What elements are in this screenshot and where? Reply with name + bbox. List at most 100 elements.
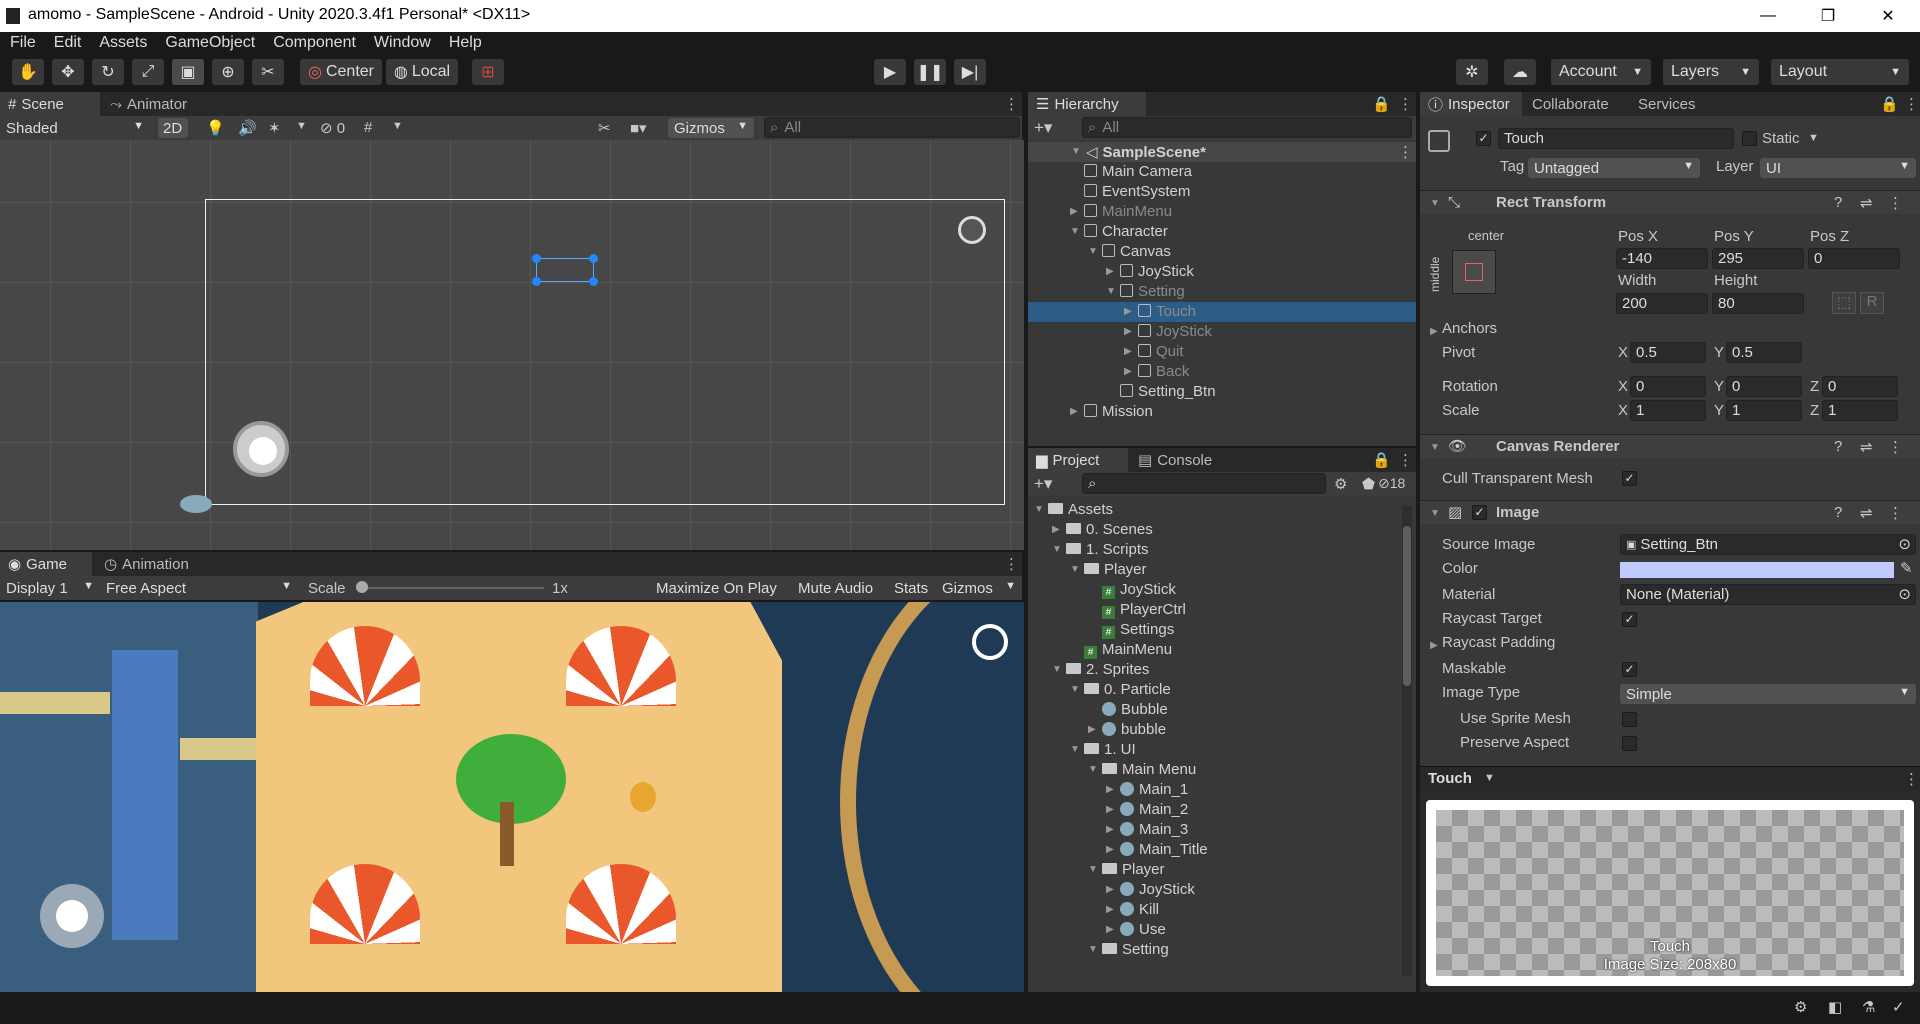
- hierarchy-item[interactable]: Setting_Btn: [1028, 382, 1416, 402]
- game-joystick-knob[interactable]: [56, 900, 88, 932]
- static-checkbox[interactable]: [1742, 131, 1757, 146]
- chevron-down-icon[interactable]: ▼: [1808, 132, 1819, 144]
- custom-tool-icon[interactable]: ✂: [252, 59, 284, 85]
- debug-icon[interactable]: ⚙: [1794, 998, 1807, 1016]
- component-menu-icon[interactable]: ⋮: [1888, 504, 1903, 522]
- scale-x-field[interactable]: 1: [1630, 400, 1706, 421]
- preview-header[interactable]: Touch ▼ ⋮: [1420, 766, 1920, 790]
- rot-x-field[interactable]: 0: [1630, 376, 1706, 397]
- collapse-arrow-icon[interactable]: ▼: [1430, 508, 1440, 519]
- expand-arrow-icon[interactable]: ▶: [1106, 266, 1114, 277]
- project-item[interactable]: ▶ Use: [1028, 920, 1398, 940]
- expand-arrow-icon[interactable]: ▶: [1106, 904, 1114, 915]
- project-item[interactable]: ▶ Kill: [1028, 900, 1398, 920]
- collapse-arrow-icon[interactable]: ▼: [1430, 442, 1440, 453]
- pivot-center-button[interactable]: ◎ Center: [300, 59, 382, 85]
- preview-menu-icon[interactable]: ⋮: [1904, 770, 1919, 788]
- height-field[interactable]: 80: [1712, 293, 1804, 314]
- game-settings-gear-icon[interactable]: [972, 624, 1008, 660]
- expand-arrow-icon[interactable]: ▶: [1430, 326, 1438, 337]
- help-icon[interactable]: ?: [1834, 438, 1842, 455]
- pivot-x-field[interactable]: 0.5: [1630, 342, 1706, 363]
- expand-arrow-icon[interactable]: ▶: [1052, 524, 1060, 535]
- project-item[interactable]: ▼ Main Menu: [1028, 760, 1398, 780]
- tab-animation[interactable]: ◷ Animation: [96, 552, 206, 576]
- hand-tool-icon[interactable]: ✋: [12, 59, 44, 85]
- stats-toggle[interactable]: Stats: [888, 578, 932, 598]
- transform-tool-icon[interactable]: ⊕: [212, 59, 244, 85]
- scale-tool-icon[interactable]: ⤢: [132, 59, 164, 85]
- shading-mode-dropdown[interactable]: Shaded ▼: [0, 118, 150, 138]
- expand-arrow-icon[interactable]: ▼: [1071, 146, 1081, 157]
- expand-arrow-icon[interactable]: ▶: [1088, 724, 1096, 735]
- expand-arrow-icon[interactable]: ▶: [1070, 406, 1078, 417]
- project-menu-icon[interactable]: ⋮: [1390, 448, 1413, 472]
- scene-options-icon[interactable]: ⋮: [1398, 143, 1413, 161]
- chevron-down-icon[interactable]: ▼: [392, 120, 403, 132]
- layout-dropdown[interactable]: Layout ▼: [1771, 59, 1909, 85]
- mute-audio-toggle[interactable]: Mute Audio: [792, 578, 884, 598]
- chevron-down-icon[interactable]: ▼: [296, 120, 307, 132]
- hierarchy-item[interactable]: ▶ MainMenu: [1028, 202, 1416, 222]
- expand-arrow-icon[interactable]: ▼: [1070, 226, 1080, 237]
- project-item[interactable]: ▶ JoyStick: [1028, 880, 1398, 900]
- expand-arrow-icon[interactable]: ▶: [1106, 784, 1114, 795]
- hierarchy-item[interactable]: ▶ Touch: [1028, 302, 1416, 322]
- presets-icon[interactable]: ⇌: [1860, 438, 1873, 456]
- expand-arrow-icon[interactable]: ▶: [1430, 640, 1438, 651]
- object-picker-icon[interactable]: ⊙: [1898, 585, 1911, 603]
- hierarchy-item[interactable]: ▶ Mission: [1028, 402, 1416, 422]
- snap-grid-icon[interactable]: ⊞: [472, 59, 504, 85]
- audio-icon[interactable]: 🔊: [238, 119, 257, 137]
- source-image-field[interactable]: ▣ Setting_Btn ⊙: [1620, 534, 1916, 555]
- project-item[interactable]: ▶ Main_1: [1028, 780, 1398, 800]
- tools-icon[interactable]: ✂: [598, 119, 611, 137]
- hierarchy-item[interactable]: ▶ JoyStick: [1028, 262, 1416, 282]
- rect-handle[interactable]: [532, 277, 541, 286]
- expand-arrow-icon[interactable]: ▼: [1088, 246, 1098, 257]
- scene-menu-icon[interactable]: ⋮: [996, 92, 1020, 116]
- rect-handle[interactable]: [589, 254, 598, 263]
- menu-window[interactable]: Window: [374, 34, 431, 52]
- lock-icon[interactable]: 🔒: [1364, 448, 1391, 472]
- image-enabled-checkbox[interactable]: ✓: [1472, 505, 1487, 520]
- project-item[interactable]: ▶ Main_3: [1028, 820, 1398, 840]
- project-item[interactable]: ▶ Main_Title: [1028, 840, 1398, 860]
- expand-arrow-icon[interactable]: ▼: [1088, 764, 1098, 775]
- object-picker-icon[interactable]: ⊙: [1898, 535, 1911, 553]
- project-item[interactable]: # Settings: [1028, 620, 1398, 640]
- rect-handle[interactable]: [589, 277, 598, 286]
- menu-component[interactable]: Component: [273, 34, 356, 52]
- expand-arrow-icon[interactable]: ▶: [1124, 326, 1132, 337]
- step-button[interactable]: ▶|: [954, 59, 986, 85]
- use-sprite-mesh-checkbox[interactable]: [1622, 712, 1637, 727]
- expand-arrow-icon[interactable]: ▼: [1088, 944, 1098, 955]
- project-item[interactable]: Bubble: [1028, 700, 1398, 720]
- expand-arrow-icon[interactable]: ▼: [1070, 564, 1080, 575]
- anchor-presets-button[interactable]: [1452, 250, 1496, 294]
- menu-file[interactable]: File: [10, 34, 36, 52]
- hierarchy-item[interactable]: ▶ Back: [1028, 362, 1416, 382]
- hierarchy-item[interactable]: ▶ Quit: [1028, 342, 1416, 362]
- expand-arrow-icon[interactable]: ▶: [1124, 346, 1132, 357]
- tab-scene[interactable]: # Scene: [0, 92, 100, 116]
- pivot-y-field[interactable]: 0.5: [1726, 342, 1802, 363]
- cull-transparent-mesh-checkbox[interactable]: ✓: [1622, 471, 1637, 486]
- scale-z-field[interactable]: 1: [1822, 400, 1898, 421]
- rot-y-field[interactable]: 0: [1726, 376, 1802, 397]
- rot-z-field[interactable]: 0: [1822, 376, 1898, 397]
- lock-icon[interactable]: 🔒: [1872, 92, 1899, 116]
- scale-slider-thumb[interactable]: [356, 581, 368, 593]
- layers-status-icon[interactable]: ◧: [1828, 998, 1842, 1016]
- rect-tool-icon[interactable]: ▣: [172, 59, 204, 85]
- camera-icon[interactable]: ■▾: [630, 119, 647, 137]
- help-icon[interactable]: ?: [1834, 504, 1842, 521]
- scale-slider[interactable]: [360, 587, 544, 589]
- project-item[interactable]: ▶ Main_2: [1028, 800, 1398, 820]
- project-item[interactable]: ▼ 1. Scripts: [1028, 540, 1398, 560]
- pivot-local-button[interactable]: ◍ Local: [386, 59, 458, 85]
- tab-services[interactable]: Services: [1630, 92, 1720, 116]
- play-button[interactable]: ▶: [874, 59, 906, 85]
- project-item[interactable]: ▼ Assets: [1028, 500, 1398, 520]
- project-search-input[interactable]: ⌕: [1082, 473, 1326, 494]
